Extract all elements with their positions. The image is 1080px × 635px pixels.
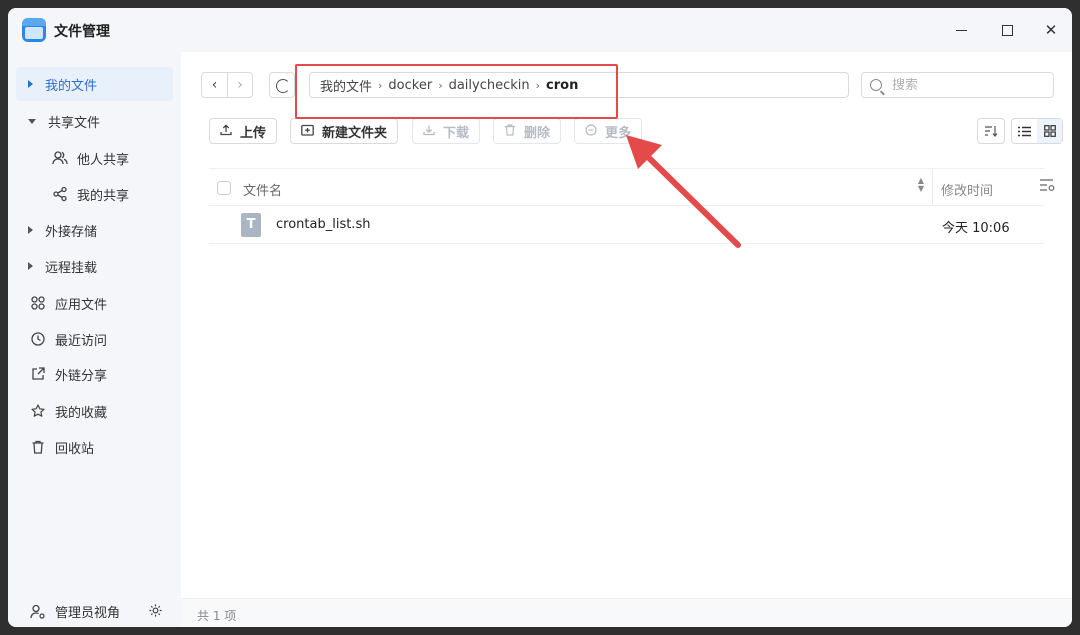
status-bar: 共 1 项	[181, 598, 1072, 627]
column-settings-button[interactable]	[1039, 178, 1057, 196]
caret-down-icon	[28, 118, 36, 124]
file-modified-time: 今天 10:06	[942, 221, 1010, 236]
list-view-icon	[1018, 126, 1031, 136]
sidebar-item-label: 应用文件	[55, 297, 108, 313]
upload-label: 上传	[240, 125, 267, 141]
sort-button[interactable]	[977, 118, 1005, 144]
caret-right-icon	[28, 80, 33, 88]
apps-grid-icon	[30, 295, 46, 311]
app-title: 文件管理	[54, 24, 110, 40]
close-icon: ✕	[1044, 21, 1058, 39]
sidebar-item-my-shares[interactable]: 我的共享	[16, 177, 173, 211]
more-icon	[585, 123, 597, 139]
star-icon	[30, 403, 46, 419]
sidebar-item-label: 我的共享	[77, 188, 130, 204]
upload-icon	[220, 123, 232, 139]
file-manager-app-icon	[22, 18, 46, 42]
search-input[interactable]	[892, 77, 1042, 93]
new-folder-button[interactable]: 新建文件夹	[290, 118, 399, 144]
grid-view-button[interactable]	[1037, 119, 1062, 143]
clock-icon	[30, 331, 46, 347]
column-divider[interactable]	[932, 169, 933, 205]
share-icon	[52, 186, 68, 202]
sort-icon	[985, 126, 998, 137]
text-file-icon: T	[241, 213, 261, 237]
sidebar-item-external-storage[interactable]: 外接存储	[16, 213, 173, 247]
annotation-highlight-box	[295, 64, 618, 119]
sidebar-item-label: 最近访问	[55, 333, 108, 349]
download-label: 下载	[443, 125, 470, 141]
sidebar-item-external-link-share[interactable]: 外链分享	[16, 357, 173, 391]
history-nav: ‹ ›	[201, 72, 253, 98]
download-button[interactable]: 下载	[412, 118, 481, 144]
sidebar-item-label: 远程挂载	[45, 260, 98, 276]
sidebar-item-recent[interactable]: 最近访问	[16, 322, 173, 356]
new-folder-icon	[301, 124, 314, 139]
chevron-left-icon: ‹	[211, 77, 218, 93]
sidebar-item-app-files[interactable]: 应用文件	[16, 286, 173, 320]
delete-button[interactable]: 删除	[493, 118, 562, 144]
minimize-icon	[955, 30, 967, 31]
gear-icon	[148, 604, 162, 617]
sidebar-item-shared-by-others[interactable]: 他人共享	[16, 141, 173, 175]
sidebar-item-recycle-bin[interactable]: 回收站	[16, 430, 173, 464]
caret-right-icon	[28, 226, 33, 234]
sidebar-item-label: 外链分享	[55, 368, 108, 384]
file-name[interactable]: crontab_list.sh	[276, 217, 370, 232]
sidebar-item-label: 我的收藏	[55, 405, 108, 421]
search-box	[861, 72, 1054, 98]
sort-toggle-icon[interactable]: ▲ ▼	[916, 177, 926, 193]
trash-icon	[30, 439, 46, 455]
admin-view-label: 管理员视角	[55, 605, 121, 621]
view-mode-toggle	[1011, 118, 1063, 144]
forward-button[interactable]: ›	[227, 73, 252, 97]
sidebar-item-favorites[interactable]: 我的收藏	[16, 394, 173, 428]
select-all-checkbox[interactable]	[217, 181, 231, 195]
settings-gear-button[interactable]	[147, 603, 163, 619]
sidebar-item-remote-mount[interactable]: 远程挂载	[16, 249, 173, 283]
download-icon	[423, 124, 435, 139]
refresh-button[interactable]	[269, 72, 295, 98]
sidebar-item-label: 我的文件	[45, 78, 98, 94]
sidebar-item-my-files[interactable]: 我的文件	[16, 67, 173, 101]
grid-view-icon	[1043, 125, 1056, 137]
title-bar: 文件管理 ✕	[8, 8, 1072, 52]
annotation-arrow	[626, 135, 741, 248]
external-link-icon	[30, 366, 46, 382]
maximize-icon	[1001, 25, 1013, 36]
sidebar-item-shared-files[interactable]: 共享文件	[16, 104, 173, 138]
minimize-button[interactable]	[948, 18, 974, 42]
delete-label: 删除	[524, 125, 551, 141]
maximize-button[interactable]	[994, 18, 1020, 42]
column-header-name[interactable]: 文件名	[243, 180, 282, 199]
new-folder-label: 新建文件夹	[322, 125, 388, 141]
upload-button[interactable]: 上传	[209, 118, 278, 144]
file-manager-window: 文件管理 ✕ 我的文件 共享文件 他人共享 我的共享 外接存储 远程挂载 应用文…	[8, 8, 1072, 627]
caret-right-icon	[28, 262, 33, 270]
trash-icon	[504, 123, 516, 139]
sidebar-item-label: 回收站	[55, 441, 95, 457]
list-view-button[interactable]	[1012, 119, 1037, 143]
close-button[interactable]: ✕	[1038, 18, 1064, 42]
users-icon	[52, 150, 68, 166]
column-settings-icon	[1040, 179, 1055, 191]
sidebar-item-label: 他人共享	[77, 152, 130, 168]
sidebar-item-label: 共享文件	[48, 115, 101, 131]
chevron-right-icon: ›	[237, 77, 243, 93]
sidebar: 我的文件 共享文件 他人共享 我的共享 外接存储 远程挂载 应用文件 最近访问 …	[8, 52, 181, 627]
item-count: 共 1 项	[197, 609, 237, 623]
column-header-mtime[interactable]: 修改时间	[941, 180, 993, 199]
search-icon	[870, 79, 882, 91]
sidebar-item-label: 外接存储	[45, 224, 98, 240]
admin-user-icon	[30, 603, 46, 619]
back-button[interactable]: ‹	[202, 73, 227, 97]
